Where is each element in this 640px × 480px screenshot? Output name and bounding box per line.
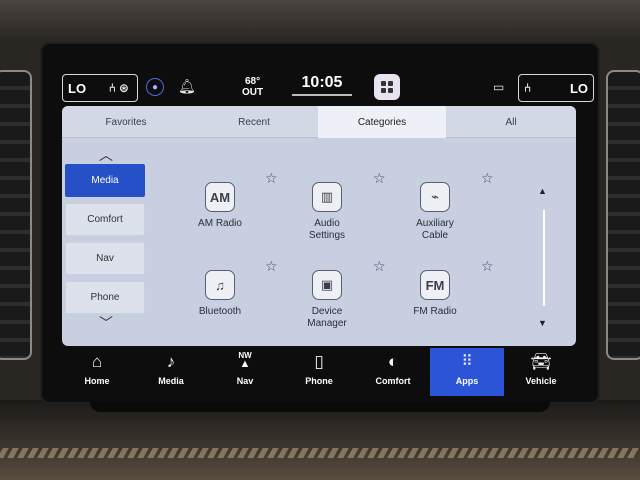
nav-phone[interactable]: ▯ Phone <box>282 348 356 396</box>
home-icon: ⌂ <box>91 352 103 371</box>
category-list: ︿ Media Comfort Nav Phone ﹀ <box>65 146 147 332</box>
clock: 10:05 <box>292 74 352 96</box>
bottom-nav: ⌂ Home ♪ Media NW ▲ Nav ▯ Phone ◐ Comfor… <box>58 348 580 396</box>
seat-heat-icon: ⑃⊛ <box>108 81 132 95</box>
app-bluetooth[interactable]: ♫ Bluetooth <box>180 270 260 318</box>
am-radio-icon: AM <box>205 182 235 212</box>
apps-toggle-button[interactable] <box>374 74 400 100</box>
scroll-up-icon[interactable]: ▲ <box>538 186 547 196</box>
right-seat-climate[interactable]: ⑃ LO <box>518 74 594 102</box>
favorite-star-icon[interactable]: ☆ <box>373 258 386 275</box>
phone-icon: ▯ <box>314 352 324 371</box>
nav-label: Media <box>158 376 184 386</box>
tab-categories[interactable]: Categories <box>318 106 446 138</box>
app-label: FM Radio <box>413 306 457 317</box>
app-label: Device Manager <box>307 306 347 329</box>
tab-recent[interactable]: Recent <box>190 106 318 138</box>
tab-all[interactable]: All <box>446 106 576 138</box>
nav-label: Home <box>84 376 110 386</box>
apps-panel: Favorites Recent Categories All ︿ Media … <box>62 106 576 346</box>
voice-mic-icon[interactable]: ● <box>146 78 164 96</box>
nav-nav[interactable]: NW ▲ Nav <box>208 348 282 396</box>
category-phone[interactable]: Phone <box>65 281 145 314</box>
nav-apps[interactable]: ⠿ Apps <box>430 348 504 396</box>
favorite-star-icon[interactable]: ☆ <box>481 258 494 275</box>
category-media[interactable]: Media <box>65 164 145 197</box>
app-fm-radio[interactable]: FM FM Radio <box>395 270 475 318</box>
nav-home[interactable]: ⌂ Home <box>60 348 134 396</box>
app-label: AM Radio <box>198 218 242 229</box>
notification-bell-icon[interactable]: 🔔︎ <box>178 78 196 95</box>
seat-heat-icon: ⑃ <box>524 81 535 95</box>
app-label: Bluetooth <box>198 306 242 317</box>
nav-label: Phone <box>305 376 333 386</box>
category-nav[interactable]: Nav <box>65 242 145 275</box>
tab-favorites[interactable]: Favorites <box>62 106 190 138</box>
nav-label: Comfort <box>375 376 411 386</box>
temperature-value: 68° <box>244 76 261 87</box>
aux-cable-icon: ⌁ <box>420 182 450 212</box>
scrollbar[interactable] <box>543 210 545 306</box>
fm-radio-icon: FM <box>420 270 450 300</box>
vehicle-icon: 🚘︎ <box>530 352 552 371</box>
left-seat-level: LO <box>68 80 87 96</box>
nav-media[interactable]: ♪ Media <box>134 348 208 396</box>
bezel-lip <box>90 402 550 412</box>
chevron-down-icon[interactable]: ﹀ <box>65 314 147 332</box>
apps-grid-icon: ⠿ <box>461 353 473 370</box>
dashboard-bottom <box>0 400 640 480</box>
right-seat-level: LO <box>569 80 588 96</box>
app-audio-settings[interactable]: ▥ Audio Settings <box>287 182 367 242</box>
comfort-icon: ◐ <box>387 352 399 371</box>
audio-settings-icon: ▥ <box>312 182 342 212</box>
app-label: Audio Settings <box>308 218 346 241</box>
nav-comfort[interactable]: ◐ Comfort <box>356 348 430 396</box>
favorite-star-icon[interactable]: ☆ <box>373 170 386 187</box>
app-device-manager[interactable]: ▣ Device Manager <box>287 270 367 330</box>
left-seat-climate[interactable]: LO ⑃⊛ <box>62 74 138 102</box>
app-am-radio[interactable]: AM AM Radio <box>180 182 260 230</box>
left-air-vent <box>0 70 32 360</box>
dashboard-top <box>0 0 640 40</box>
nav-vehicle[interactable]: 🚘︎ Vehicle <box>504 348 578 396</box>
category-comfort[interactable]: Comfort <box>65 203 145 236</box>
favorite-star-icon[interactable]: ☆ <box>265 170 278 187</box>
compass-icon: NW ▲ <box>208 348 282 376</box>
app-auxiliary-cable[interactable]: ⌁ Auxiliary Cable <box>395 182 475 242</box>
status-bar: LO ⑃⊛ ● 🔔︎ 68° OUT 10:05 ▭ ⑃ LO <box>56 72 594 104</box>
right-air-vent <box>606 70 640 360</box>
grid-icon <box>381 81 393 93</box>
favorite-star-icon[interactable]: ☆ <box>481 170 494 187</box>
bluetooth-icon: ♫ <box>205 270 235 300</box>
favorite-star-icon[interactable]: ☆ <box>265 258 278 275</box>
music-note-icon: ♪ <box>166 352 176 371</box>
tab-bar: Favorites Recent Categories All <box>62 106 576 138</box>
temperature-unit: OUT <box>242 87 264 98</box>
device-manager-icon: ▣ <box>312 270 342 300</box>
outside-temperature: 68° OUT <box>242 76 263 98</box>
app-label: Auxiliary Cable <box>416 218 454 241</box>
scroll-down-icon[interactable]: ▼ <box>538 318 547 328</box>
chevron-up-icon[interactable]: ︿ <box>65 146 147 164</box>
camera-icon[interactable]: ▭ <box>493 80 504 94</box>
nav-label: Vehicle <box>525 376 557 386</box>
nav-label: Nav <box>236 376 254 386</box>
nav-label: Apps <box>455 376 479 386</box>
dashboard-stitching <box>0 448 640 458</box>
